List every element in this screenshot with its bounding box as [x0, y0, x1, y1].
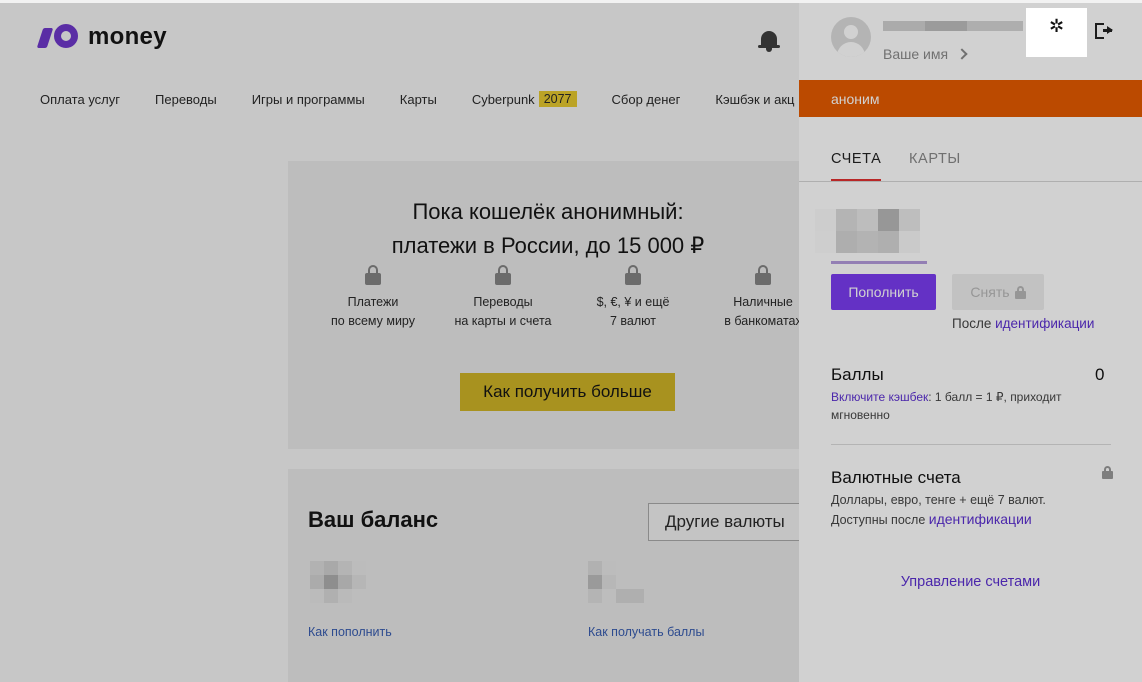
other-currencies-button[interactable]: Другие валюты: [648, 503, 808, 541]
identification-link[interactable]: идентификации: [995, 316, 1094, 331]
promo-title-line2: платежи в России, до 15 000 ₽: [391, 233, 705, 258]
avatar[interactable]: [831, 17, 871, 57]
currency-accounts-title: Валютные счета: [831, 468, 961, 487]
lock-icon: [755, 265, 771, 285]
logo-text: money: [88, 23, 167, 50]
bell-icon[interactable]: [758, 29, 780, 53]
tab-accounts[interactable]: СЧЕТА: [831, 151, 882, 181]
nav-item-transfers[interactable]: Переводы: [155, 91, 217, 107]
lock-icon: [495, 265, 511, 285]
points-description: Включите кэшбек: 1 балл = 1 ₽, приходит …: [831, 388, 1101, 424]
nav-item-payments[interactable]: Оплата услуг: [40, 91, 120, 107]
status-bar: аноним: [799, 80, 1142, 117]
withdraw-button[interactable]: Снять: [952, 274, 1044, 310]
feature-line1: $, €, ¥ и ещё: [596, 295, 670, 309]
balance-title: Ваш баланс: [308, 507, 439, 532]
gear-icon: ✲: [1048, 15, 1065, 36]
withdraw-hint-prefix: После: [952, 316, 996, 331]
cyberpunk-badge: 2077: [538, 91, 577, 107]
main-nav: Оплата услуг Переводы Игры и программы К…: [40, 91, 829, 107]
lock-icon: [625, 265, 641, 285]
manage-accounts-link[interactable]: Управление счетами: [799, 574, 1142, 590]
nav-item-cyberpunk[interactable]: Cyberpunk 2077: [472, 91, 577, 107]
promo-title-line1: Пока кошелёк анонимный:: [412, 199, 684, 224]
currency-line1: Доллары, евро, тенге + ещё 7 валют.: [831, 493, 1046, 507]
feature-currencies: $, €, ¥ и ещё 7 валют: [563, 265, 703, 331]
how-points-link[interactable]: Как получать баллы: [588, 625, 704, 639]
settings-button[interactable]: ✲: [1026, 8, 1087, 57]
nav-item-cards[interactable]: Карты: [400, 91, 437, 107]
logo[interactable]: money: [36, 23, 167, 51]
feature-line2: на карты и счета: [454, 314, 552, 328]
feature-line2: по всему миру: [331, 314, 415, 328]
tab-cards[interactable]: КАРТЫ: [909, 151, 961, 179]
nav-item-cyberpunk-label: Cyberpunk: [471, 91, 535, 107]
currency-line2-prefix: Доступны после: [831, 513, 929, 527]
currency-identification-link[interactable]: идентификации: [929, 511, 1032, 527]
panel-tabs: СЧЕТА КАРТЫ: [799, 142, 1142, 182]
withdraw-hint: После идентификации: [952, 316, 1094, 331]
points-value: 0: [1095, 365, 1105, 384]
user-id-blurred: [883, 21, 1023, 31]
logo-mark-icon: [36, 24, 78, 50]
enable-cashback-link[interactable]: Включите кэшбек: [831, 390, 928, 404]
account-balance-blurred: [815, 209, 920, 253]
account-side-panel: Ваше имя аноним СЧЕТА КАРТЫ Пополнить Сн…: [799, 3, 1142, 682]
currency-line2: Доступны после идентификации: [831, 510, 1111, 530]
chevron-right-icon: [956, 48, 968, 60]
feature-line1: Переводы: [473, 295, 533, 309]
nav-item-fundraising[interactable]: Сбор денег: [612, 91, 681, 107]
your-name-label: Ваше имя: [883, 46, 949, 62]
currency-accounts-description: Доллары, евро, тенге + ещё 7 валют. Дост…: [831, 491, 1111, 530]
promo-title: Пока кошелёк анонимный: платежи в России…: [268, 195, 828, 263]
nav-item-cashback[interactable]: Кэшбэк и акц: [715, 91, 794, 107]
feature-line1: Платежи: [347, 295, 399, 309]
withdraw-label: Снять: [970, 284, 1010, 300]
balance-card: Ваш баланс Другие валюты Как пополнить К…: [288, 469, 808, 682]
get-more-button[interactable]: Как получить больше: [460, 373, 675, 411]
feature-card-transfers: Переводы на карты и счета: [433, 265, 573, 331]
lock-icon: [1014, 285, 1026, 299]
balance-underline: [831, 261, 927, 264]
divider: [831, 444, 1111, 445]
points-title: Баллы: [831, 365, 884, 384]
balance-amount-blurred: [310, 561, 366, 603]
status-label: аноним: [831, 90, 880, 107]
feature-world-payments: Платежи по всему миру: [303, 265, 443, 331]
lock-icon: [365, 265, 381, 285]
points-amount-blurred: [588, 561, 644, 603]
your-name-link[interactable]: Ваше имя: [883, 46, 968, 62]
feature-line2: 7 валют: [610, 314, 656, 328]
nav-item-games[interactable]: Игры и программы: [252, 91, 365, 107]
how-topup-link[interactable]: Как пополнить: [308, 625, 392, 639]
topup-button[interactable]: Пополнить: [831, 274, 936, 310]
exit-icon[interactable]: [1095, 23, 1113, 39]
lock-icon: [1102, 466, 1113, 479]
anonymous-wallet-promo: Пока кошелёк анонимный: платежи в России…: [288, 161, 808, 449]
